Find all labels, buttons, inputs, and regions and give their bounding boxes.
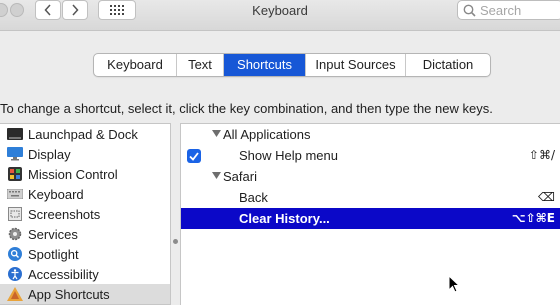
category-services[interactable]: Services [0, 224, 170, 244]
keyboard-icon [7, 186, 23, 202]
tab-shortcuts[interactable]: Shortcuts [224, 54, 306, 76]
mission-control-icon [7, 166, 23, 182]
category-label: Screenshots [28, 206, 101, 222]
mouse-pointer-icon [448, 275, 460, 293]
shortcut-row-show-help-menu[interactable]: Show Help menu ⇧⌘/ [181, 145, 560, 166]
category-label: Launchpad & Dock [28, 126, 138, 142]
category-mission-control[interactable]: Mission Control [0, 164, 170, 184]
shortcut-row-back[interactable]: Back ⌫ [181, 187, 560, 208]
shortcut-label: Show Help menu [239, 148, 338, 163]
category-display[interactable]: Display [0, 144, 170, 164]
shortcut-row-clear-history[interactable]: Clear History... ⌥⇧⌘E [181, 208, 560, 229]
tab-keyboard[interactable]: Keyboard [94, 54, 177, 76]
category-label: Accessibility [28, 266, 99, 282]
shortcut-label: Back [239, 190, 268, 205]
launchpad-icon [7, 126, 23, 142]
shortcuts-list: All Applications Show Help menu ⇧⌘/ Safa… [180, 123, 560, 305]
shortcut-keys[interactable]: ⌥⇧⌘E [512, 211, 555, 225]
shortcut-keys[interactable]: ⇧⌘/ [529, 148, 555, 162]
screenshots-icon [7, 206, 23, 222]
category-label: Mission Control [28, 166, 118, 182]
accessibility-icon [7, 266, 23, 282]
category-label: Display [28, 146, 71, 162]
group-row-safari[interactable]: Safari [181, 166, 560, 187]
tab-dictation[interactable]: Dictation [406, 54, 490, 76]
shortcut-keys[interactable]: ⌫ [538, 190, 555, 204]
checkmark-icon [189, 151, 199, 161]
divider-handle[interactable] [173, 239, 178, 244]
shortcut-label: Clear History... [239, 211, 330, 226]
search-icon [463, 4, 476, 17]
window-toolbar: Keyboard Search [0, 0, 560, 31]
category-label: Keyboard [28, 186, 84, 202]
group-row-all-applications[interactable]: All Applications [181, 124, 560, 145]
spotlight-icon [7, 246, 23, 262]
disclosure-triangle-icon[interactable] [212, 130, 221, 138]
instruction-text: To change a shortcut, select it, click t… [0, 101, 493, 116]
tab-input-sources[interactable]: Input Sources [306, 54, 406, 76]
group-label: All Applications [223, 127, 311, 142]
category-label: App Shortcuts [28, 286, 110, 302]
tab-bar: Keyboard Text Shortcuts Input Sources Di… [93, 53, 491, 77]
split-view-divider[interactable] [171, 123, 180, 305]
category-label: Services [28, 226, 78, 242]
disclosure-triangle-icon[interactable] [212, 172, 221, 180]
category-accessibility[interactable]: Accessibility [0, 264, 170, 284]
tab-text[interactable]: Text [177, 54, 224, 76]
category-screenshots[interactable]: Screenshots [0, 204, 170, 224]
group-label: Safari [223, 169, 257, 184]
category-label: Spotlight [28, 246, 79, 262]
display-icon [7, 146, 23, 162]
category-list: Launchpad & Dock Display Mission Control… [0, 123, 171, 305]
category-app-shortcuts[interactable]: App Shortcuts [0, 284, 170, 304]
search-placeholder: Search [480, 3, 522, 18]
services-gear-icon [7, 226, 23, 242]
enabled-checkbox[interactable] [187, 149, 201, 163]
category-keyboard[interactable]: Keyboard [0, 184, 170, 204]
search-field[interactable]: Search [457, 0, 560, 20]
category-spotlight[interactable]: Spotlight [0, 244, 170, 264]
category-launchpad-dock[interactable]: Launchpad & Dock [0, 124, 170, 144]
app-shortcuts-icon [7, 286, 23, 302]
